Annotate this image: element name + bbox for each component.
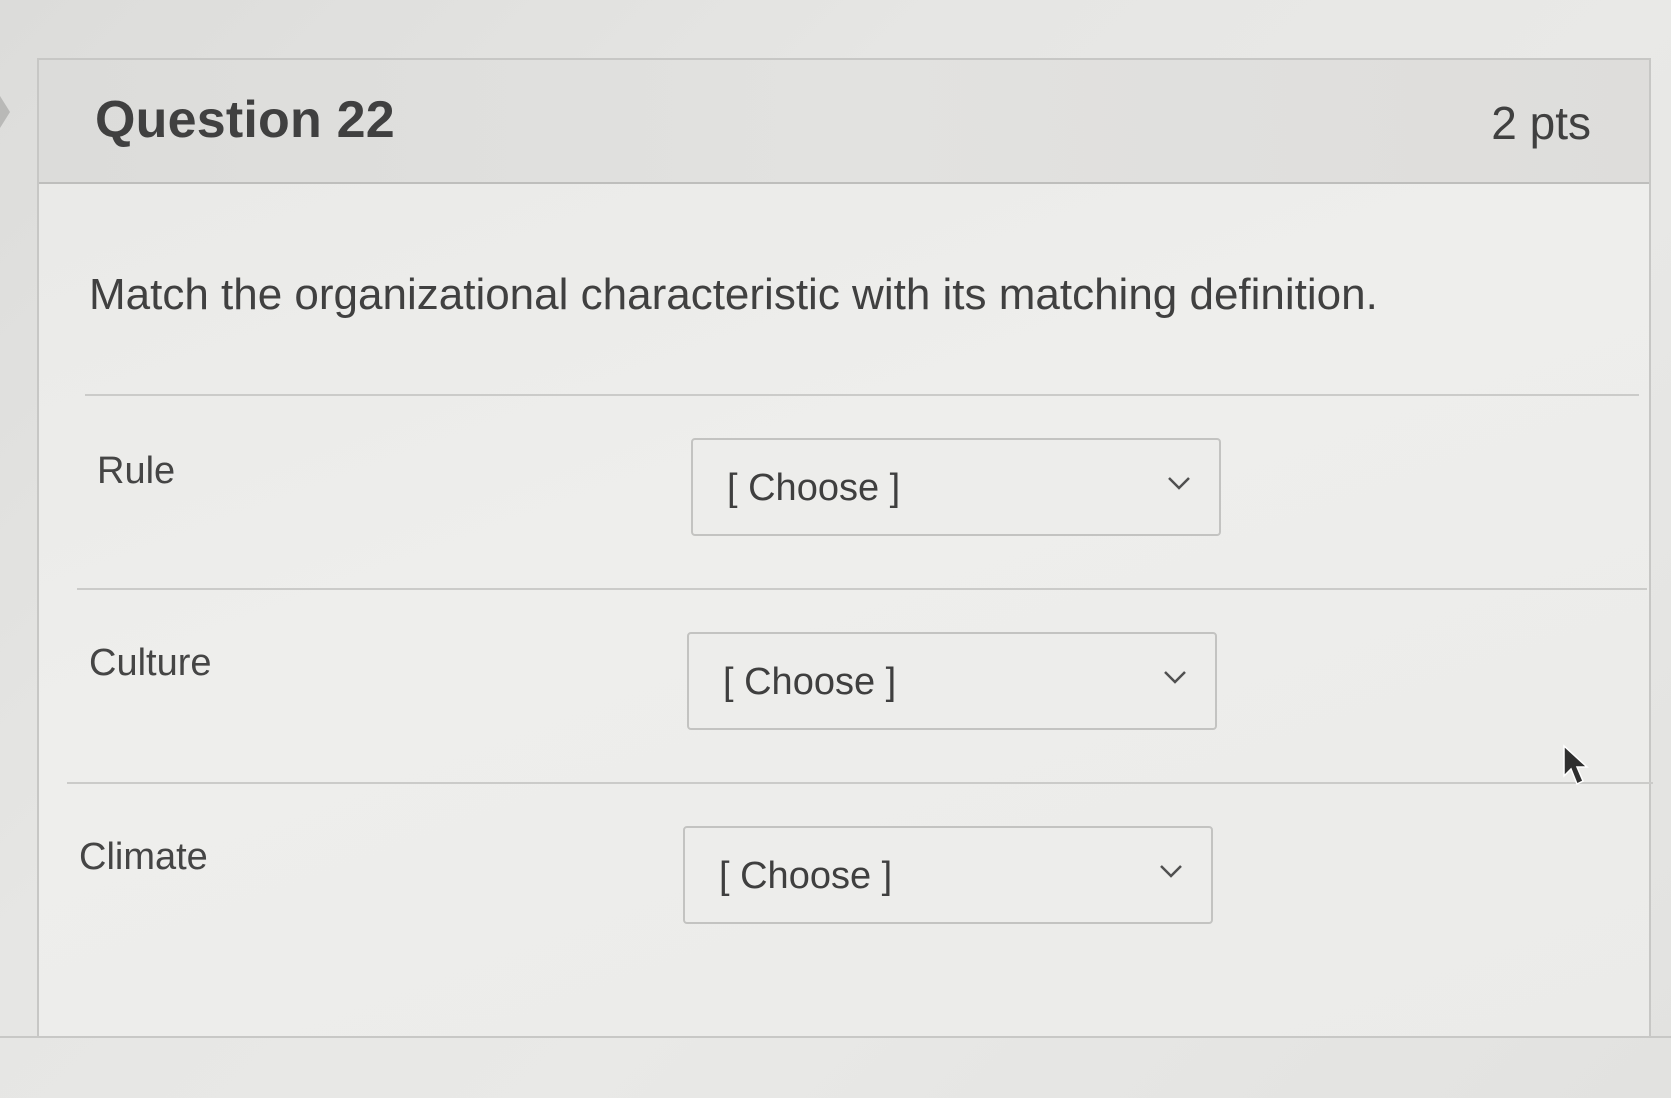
match-label-climate: Climate <box>79 836 208 878</box>
left-arrow-icon[interactable] <box>0 96 10 128</box>
chevron-down-icon <box>1168 477 1190 490</box>
page-bottom-divider <box>0 1036 1671 1038</box>
mouse-cursor-icon <box>1563 744 1589 786</box>
row-divider <box>67 782 1653 784</box>
answer-select-culture[interactable]: [ Choose ] <box>687 632 1217 730</box>
question-points: 2 pts <box>1491 97 1591 149</box>
prompt-divider <box>85 394 1639 396</box>
question-prompt: Match the organizational characteristic … <box>89 270 1378 319</box>
answer-select-climate[interactable]: [ Choose ] <box>683 826 1213 924</box>
question-header: Question 22 2 pts <box>39 60 1649 184</box>
answer-select-rule[interactable]: [ Choose ] <box>691 438 1221 536</box>
question-title: Question 22 <box>95 91 395 149</box>
match-label-rule: Rule <box>97 450 176 492</box>
answer-select-value: [ Choose ] <box>727 467 901 509</box>
question-card: Question 22 2 pts Match the organization… <box>37 58 1653 1038</box>
row-divider <box>77 588 1647 590</box>
chevron-down-icon <box>1164 671 1186 684</box>
answer-select-value: [ Choose ] <box>719 855 893 897</box>
chevron-down-icon <box>1160 865 1182 878</box>
answer-select-value: [ Choose ] <box>723 661 897 703</box>
match-label-culture: Culture <box>89 642 212 684</box>
